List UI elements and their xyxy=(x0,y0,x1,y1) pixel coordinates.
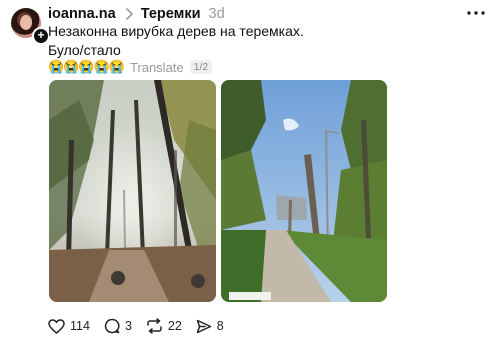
heart-icon xyxy=(48,318,65,334)
send-icon xyxy=(196,319,212,333)
translate-link[interactable]: Translate xyxy=(130,60,184,75)
post-time: 3d xyxy=(208,6,225,22)
chevron-right-icon xyxy=(125,8,133,20)
like-button[interactable]: 114 xyxy=(48,318,90,334)
post-text-line2: Було/стало xyxy=(48,42,121,58)
crying-emojis: 😭😭😭😭😭 xyxy=(48,59,125,74)
avatar-face xyxy=(20,15,32,30)
share-button[interactable]: 8 xyxy=(196,319,224,334)
post-text-line3: 😭😭😭😭😭 Translate 1/2 xyxy=(48,59,213,75)
cut-trees-image xyxy=(221,80,387,302)
repost-button[interactable]: 22 xyxy=(146,318,182,334)
username[interactable]: ioanna.na xyxy=(48,6,116,22)
comment-count: 3 xyxy=(124,319,132,333)
comment-bubble-icon xyxy=(104,318,120,334)
like-count: 114 xyxy=(70,319,90,333)
post-header: ioanna.na Теремки 3d xyxy=(48,5,225,23)
foggy-alley-image xyxy=(49,80,216,302)
post-text-line1: Незаконна вирубка дерев на теремках. xyxy=(48,23,304,39)
photo-before[interactable] xyxy=(49,80,216,302)
comment-button[interactable]: 3 xyxy=(104,318,132,334)
avatar[interactable]: + xyxy=(11,8,50,45)
repost-count: 22 xyxy=(167,319,182,333)
topic-tag[interactable]: Теремки xyxy=(141,6,201,22)
page-indicator: 1/2 xyxy=(189,60,213,74)
photo-after[interactable] xyxy=(221,80,387,302)
more-horizontal-icon[interactable] xyxy=(466,8,486,18)
share-count: 8 xyxy=(216,319,224,333)
action-bar: 114 3 22 8 xyxy=(48,318,238,334)
repost-icon xyxy=(147,318,162,334)
